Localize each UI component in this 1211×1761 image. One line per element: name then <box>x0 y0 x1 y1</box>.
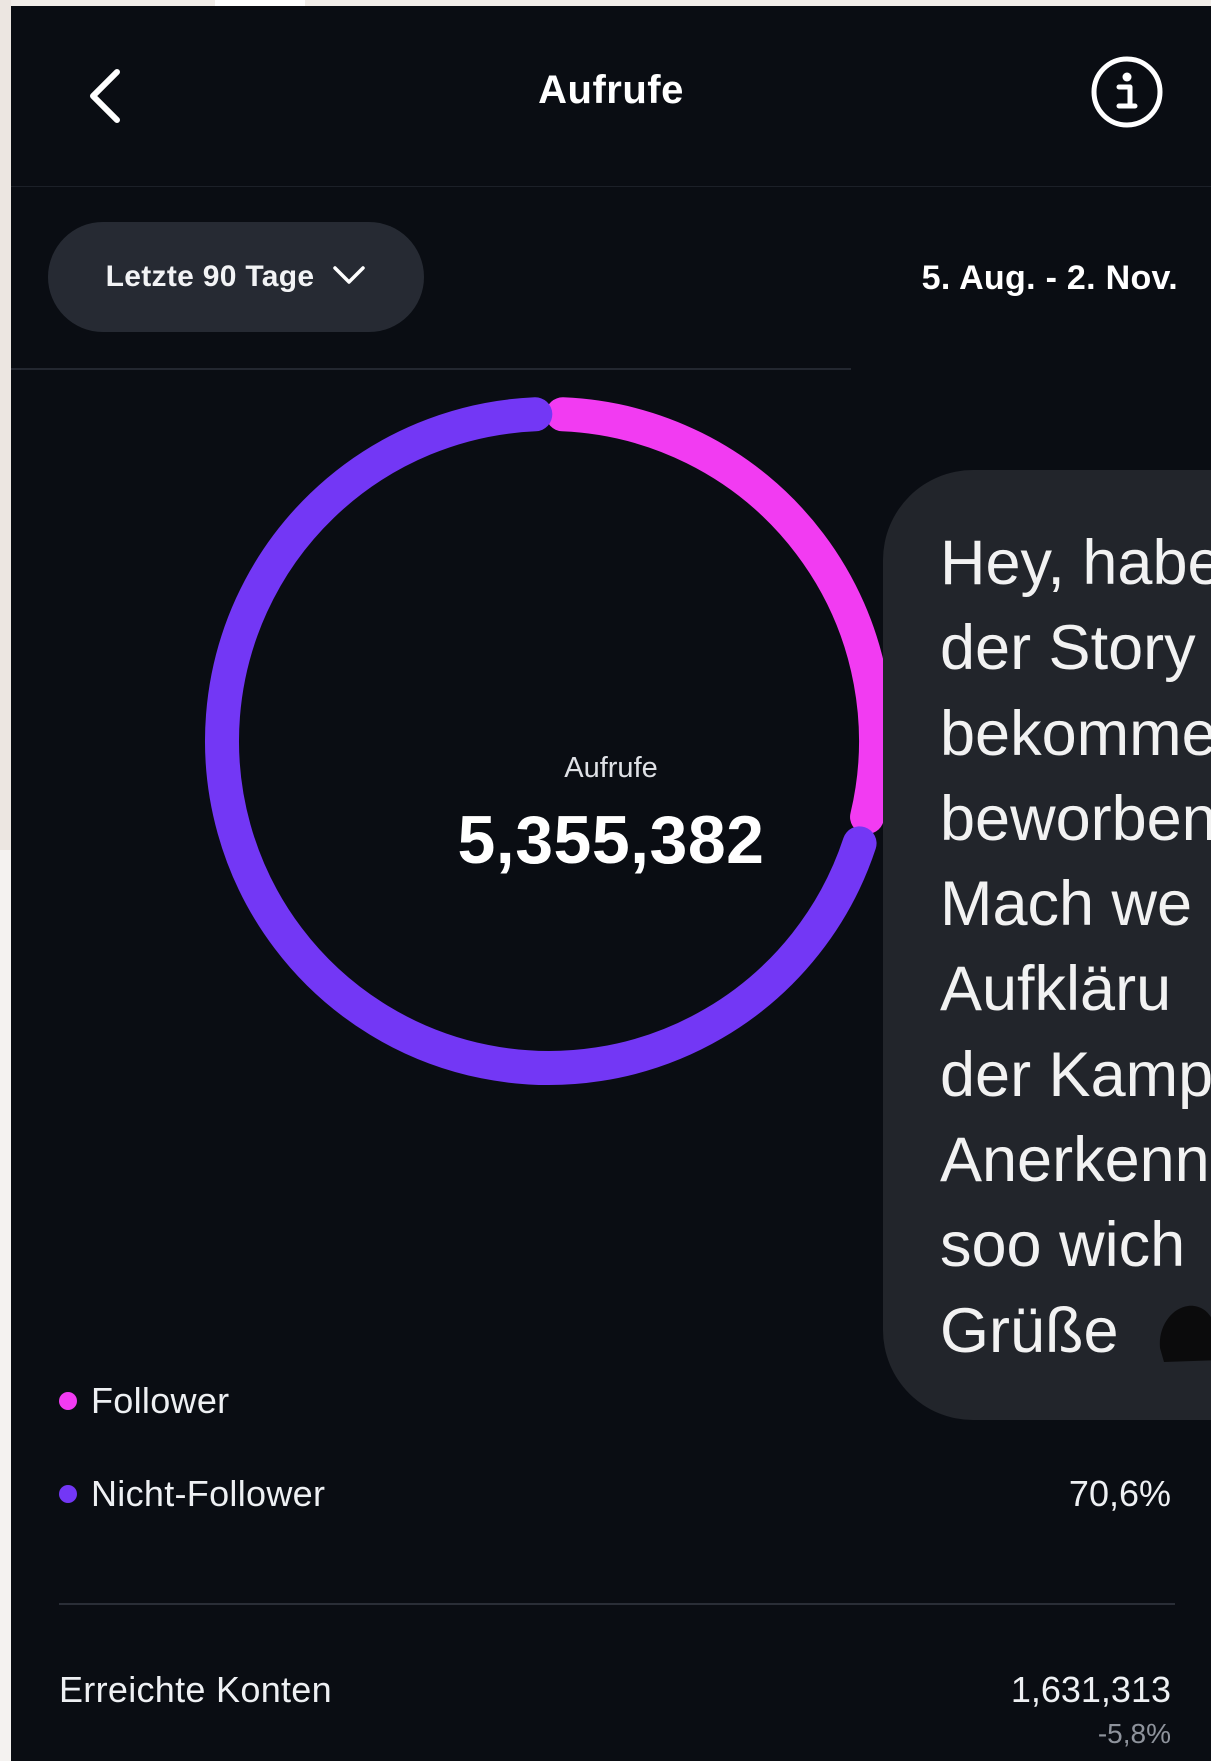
message-line: Anerkenn <box>940 1125 1210 1196</box>
insights-screen: Aufrufe Letzte 90 Tage 5. Aug. - 2. Nov.… <box>11 6 1211 1761</box>
message-text: Hey, habe der Story bekomme beworben Mac… <box>940 521 1211 1374</box>
message-line: soo wich <box>940 1210 1186 1281</box>
redaction-scribble <box>1159 1305 1211 1362</box>
background-left-strip <box>0 0 11 1761</box>
stats-divider <box>59 1603 1175 1605</box>
reached-accounts-change: -5,8% <box>1097 1718 1171 1749</box>
message-line: Aufkläru <box>940 954 1172 1025</box>
legend-dot-non-follower <box>59 1485 77 1503</box>
legend-label-non-follower: Nicht-Follower <box>91 1473 326 1514</box>
message-line: Mach we <box>940 869 1193 940</box>
legend-percent-non-follower: 70,6% <box>1068 1473 1171 1514</box>
message-line: bekomme <box>940 698 1211 769</box>
legend-item-follower: Follower <box>59 1380 229 1422</box>
message-line: Hey, habe <box>940 528 1211 598</box>
reached-accounts-label: Erreichte Konten <box>59 1669 332 1710</box>
legend-label-follower: Follower <box>91 1380 230 1421</box>
message-line: der Kamp <box>940 1039 1211 1110</box>
reached-accounts-value: 1,631,313 <box>1010 1669 1171 1710</box>
legend-item-non-follower: Nicht-Follower <box>59 1473 325 1515</box>
message-line: der Story <box>940 613 1196 684</box>
legend-dot-follower <box>59 1392 77 1410</box>
message-line: beworben <box>940 783 1211 854</box>
